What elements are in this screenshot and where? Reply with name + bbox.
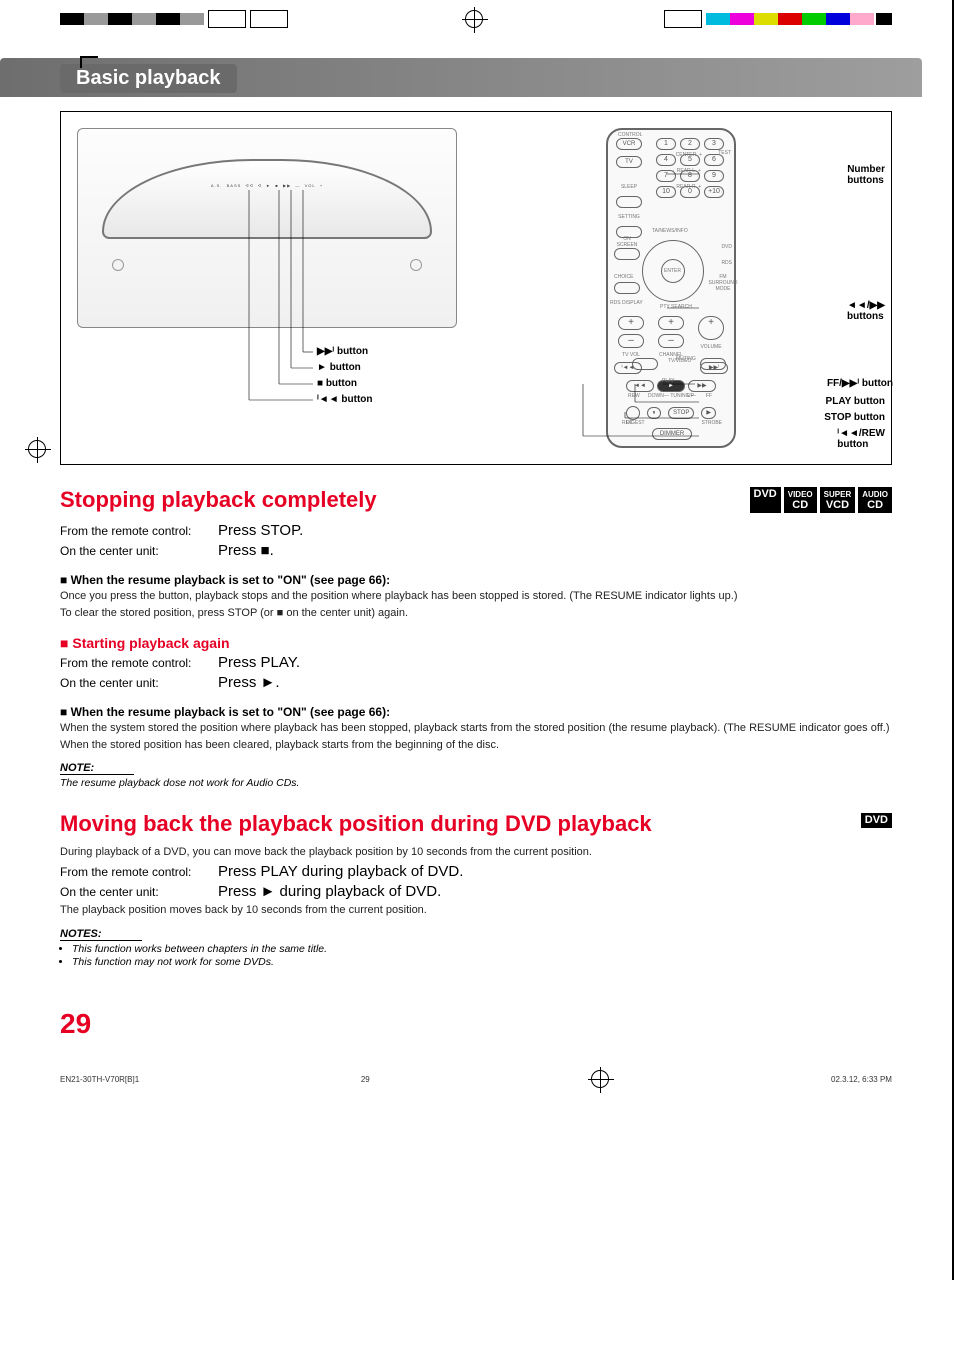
label-digest: DIGEST xyxy=(626,420,645,426)
label-tanews: TA/NEWS/INFO xyxy=(652,228,688,234)
label-test: TEST xyxy=(718,150,731,156)
notes-list: This function works between chapters in … xyxy=(72,943,892,968)
btn-dimmer: DIMMER xyxy=(652,428,692,440)
btn-rec xyxy=(626,406,640,420)
leader-skip-back: ᴵ◄◄ button xyxy=(317,394,372,405)
btn-sleep xyxy=(616,196,642,208)
subheading-resume-on-1: When the resume playback is set to "ON" … xyxy=(60,573,892,587)
label-pty: PTY SEARCH xyxy=(660,304,692,310)
section-heading-moveback: Moving back the playback position during… xyxy=(60,811,892,837)
crop-corner xyxy=(80,56,98,68)
callout-skip-buttons: ◄◄/▶▶buttons xyxy=(847,300,885,322)
btn-skip-next: ▶▶ᴵ xyxy=(700,362,728,374)
label-dvd: DVD xyxy=(721,244,732,250)
label-ff: FF xyxy=(706,393,712,399)
registration-bar xyxy=(60,0,892,58)
registration-target-bottom-icon xyxy=(591,1070,609,1088)
btn-choice xyxy=(614,282,640,294)
note-label-1: NOTE: xyxy=(60,762,134,775)
registration-target-icon xyxy=(465,10,483,28)
note-text-1: The resume playback dose not work for Au… xyxy=(60,777,892,789)
chip-videocd: VIDEOCD xyxy=(784,487,817,513)
footer-page: 29 xyxy=(361,1075,370,1084)
instruction-remote-stop: From the remote control: Press STOP. xyxy=(60,522,892,539)
instruction-remote-play-dvd: From the remote control: Press PLAY duri… xyxy=(60,863,892,880)
chip-dvd: DVD xyxy=(750,487,781,513)
footer: EN21-30TH-V70R[B]1 29 02.3.12, 6:33 PM xyxy=(60,1070,892,1108)
label-up: UP xyxy=(687,393,694,399)
center-unit-illustration: A.S. BASS ᐊᐊ ᐊ ► ■ ▶▶ — VOL + xyxy=(77,128,457,328)
label-rearr: REAR·R xyxy=(676,184,695,190)
page: Basic playback A.S. BASS ᐊᐊ ᐊ ► ■ ▶▶ — V… xyxy=(0,0,954,1280)
instruction-unit-stop: On the center unit: Press ■. xyxy=(60,542,892,559)
label-rew: REW xyxy=(628,393,640,399)
body-moveback-intro: During playback of a DVD, you can move b… xyxy=(60,845,892,860)
instruction-unit-play-dvd: On the center unit: Press ► during playb… xyxy=(60,883,892,900)
vol-channel-row: +–TV VOL +–CHANNEL +VOLUME xyxy=(618,316,724,358)
label-choice: CHOICE xyxy=(614,274,633,280)
btn-tv: TV xyxy=(616,156,642,168)
btn-ff: ▶▶ xyxy=(688,380,716,392)
label-muting: MUTING xyxy=(676,356,696,362)
footer-right: 02.3.12, 6:33 PM xyxy=(831,1075,892,1084)
leader-skip-fwd: ▶▶ᴵ ᐀ buttonbutton xyxy=(317,346,368,357)
label-onscreen: ON SCREEN xyxy=(614,236,640,248)
btn-onscreen xyxy=(614,248,640,260)
subheading-resume-on-2: When the resume playback is set to "ON" … xyxy=(60,705,892,719)
page-number: 29 xyxy=(60,1008,892,1040)
leader-play: ► button xyxy=(317,362,361,373)
instruction-unit-play: On the center unit: Press ►. xyxy=(60,674,892,691)
body-resume-clear: To clear the stored position, press STOP… xyxy=(60,606,892,621)
label-strobe: STROBE xyxy=(701,420,722,426)
mono-blocks xyxy=(60,10,288,28)
note-item-2: This function may not work for some DVDs… xyxy=(72,956,892,968)
callout-play: PLAY button xyxy=(826,396,885,407)
body-resume-play: When the system stored the position wher… xyxy=(60,721,892,736)
body-moveback-result: The playback position moves back by 10 s… xyxy=(60,903,892,918)
callout-rew: ᴵ◄◄/REWbutton xyxy=(837,428,885,450)
screw-icon xyxy=(112,259,124,271)
btn-skip-prev: ᴵ◄◄ xyxy=(614,362,642,374)
label-down: DOWN xyxy=(648,393,664,399)
section-banner: Basic playback xyxy=(0,58,922,97)
label-sleep: SLEEP xyxy=(616,184,642,190)
notes-label-2: NOTES: xyxy=(60,928,142,941)
btn-vcr: VCR xyxy=(616,138,642,150)
callout-number-buttons: Number buttonsNumberbuttons xyxy=(847,164,885,186)
label-rdsdisplay: RDS DISPLAY xyxy=(610,300,643,306)
chip-dvd-2: DVD xyxy=(861,813,892,828)
label-fmsurround: FM SURROUND MODE xyxy=(706,274,740,292)
callout-ff: FF/▶▶ᴵ button xyxy=(827,378,893,389)
body-resume-store: Once you press the button, playback stop… xyxy=(60,589,892,604)
label-play: PLAY xyxy=(662,378,674,384)
label-enter: ENTER xyxy=(664,268,681,274)
screw-icon xyxy=(410,259,422,271)
media-chips-1: DVD VIDEOCD SUPERVCD AUDIOCD xyxy=(750,487,892,513)
btn-strobe: ▶ xyxy=(701,407,716,419)
note-item-1: This function works between chapters in … xyxy=(72,943,892,955)
subheading-starting-again: Starting playback again xyxy=(60,635,892,651)
unit-button-row: A.S. BASS ᐊᐊ ᐊ ► ■ ▶▶ — VOL + xyxy=(138,183,396,188)
label-rds: RDS xyxy=(721,260,732,266)
label-rearl: REAR·L xyxy=(677,168,695,174)
leader-stop: ■ button xyxy=(317,378,357,389)
chip-audiocd: AUDIOCD xyxy=(858,487,892,513)
label-center: CENTER xyxy=(676,152,697,158)
chip-svcd: SUPERVCD xyxy=(820,487,856,513)
label-setting: SETTING xyxy=(616,214,642,220)
body-resume-begin: When the stored position has been cleare… xyxy=(60,738,892,753)
media-chips-2: DVD xyxy=(861,813,892,828)
btn-rew: ◄◄ xyxy=(626,380,654,392)
btn-stop: STOP xyxy=(668,407,694,419)
color-blocks xyxy=(660,10,892,28)
device-diagram: A.S. BASS ᐊᐊ ᐊ ► ■ ▶▶ — VOL + ▶▶ᴵ ᐀ butt… xyxy=(60,111,892,465)
remote-illustration: CONTROL VCR TV SLEEP SETTING 123 456 789… xyxy=(467,128,875,448)
banner-title: Basic playback xyxy=(60,64,237,93)
instruction-remote-play: From the remote control: Press PLAY. xyxy=(60,654,892,671)
footer-left: EN21-30TH-V70R[B]1 xyxy=(60,1075,139,1084)
callout-stop: STOP button xyxy=(824,412,885,423)
